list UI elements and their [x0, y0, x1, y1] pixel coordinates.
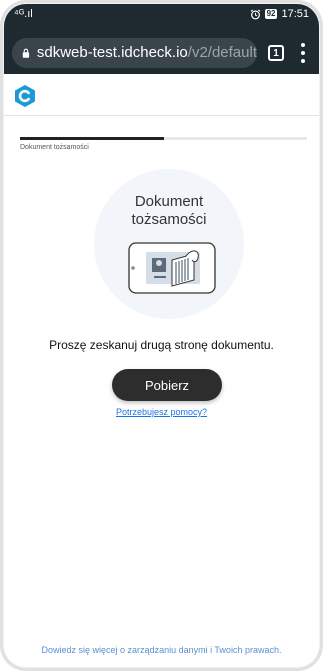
progress-bar-fill [20, 137, 164, 140]
status-right: 92 17:51 [250, 8, 309, 20]
url-host: sdkweb-test.idcheck.io [36, 44, 188, 61]
web-page: Dokument tożsamości Dokument tożsamości … [4, 74, 319, 667]
progress-bar [20, 137, 307, 140]
download-button[interactable]: Pobierz [112, 369, 222, 401]
alarm-icon [250, 9, 260, 19]
help-link[interactable]: Potrzebujesz pomocy? [4, 407, 319, 417]
signal-indicator: ⁴ᴳ.ıl [14, 8, 33, 20]
data-privacy-link[interactable]: Dowiedz się więcej o zarządzaniu danymi … [4, 645, 319, 655]
url-path: /v2/default [187, 44, 257, 61]
menu-dot-icon [301, 43, 305, 47]
status-bar: ⁴ᴳ.ıl 92 17:51 [14, 4, 309, 24]
scan-instruction: Proszę zeskanuj drugą stronę dokumentu. [49, 338, 274, 352]
illustration-title: Dokument tożsamości [131, 193, 207, 228]
site-header [4, 74, 319, 116]
menu-dot-icon [301, 59, 305, 63]
lock-icon [22, 48, 30, 58]
id-card-scan-icon [128, 242, 216, 294]
address-bar[interactable]: sdkweb-test.idcheck.io/v2/default [12, 38, 257, 68]
tab-count: 1 [273, 47, 279, 59]
tab-switcher-button[interactable]: 1 [268, 45, 284, 61]
browser-menu-button[interactable] [299, 43, 307, 63]
step-label: Dokument tożsamości [20, 144, 89, 151]
phone-frame: ⁴ᴳ.ıl 92 17:51 sdkweb-test.idcheck.io/v2… [0, 0, 323, 671]
battery-level: 92 [264, 9, 278, 19]
document-illustration: Dokument tożsamości [94, 169, 244, 319]
idcheck-logo-icon [15, 85, 35, 107]
clock: 17:51 [281, 8, 309, 20]
menu-dot-icon [301, 51, 305, 55]
